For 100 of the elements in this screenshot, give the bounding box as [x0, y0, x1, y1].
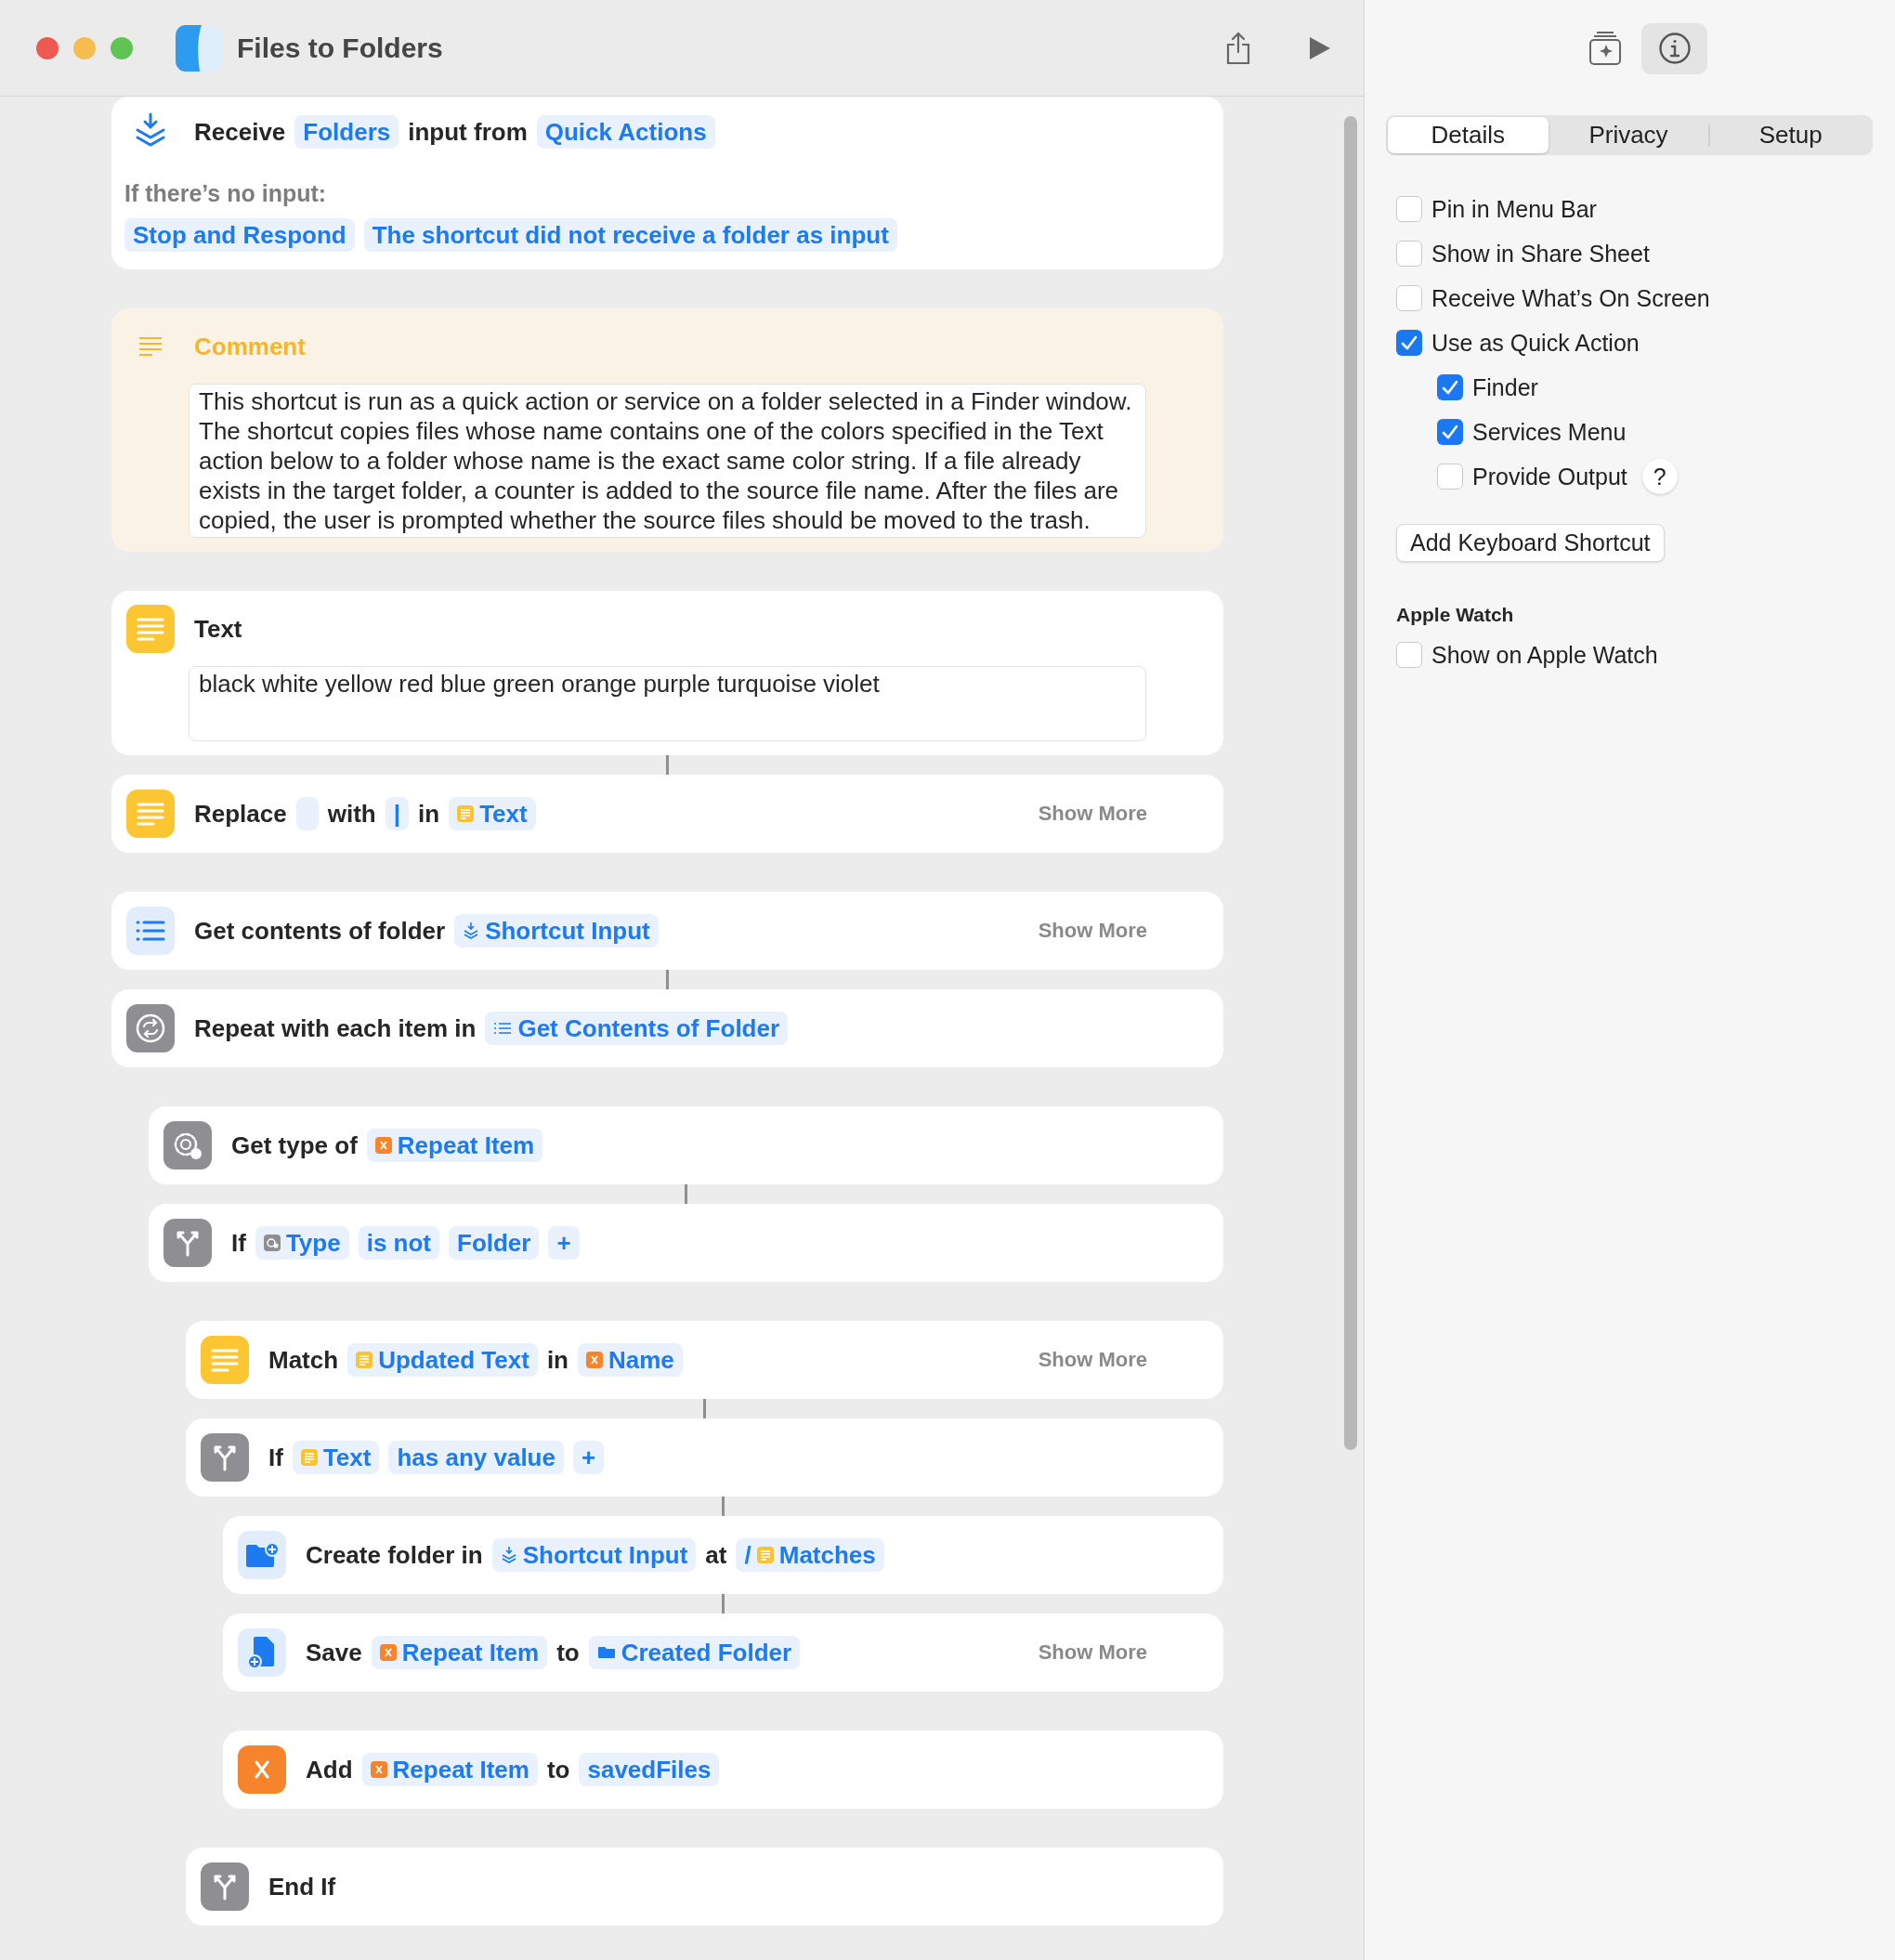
action-label: Get type of [231, 1130, 358, 1160]
info-icon [1657, 32, 1692, 65]
type-icon [263, 1235, 281, 1251]
parameter-token[interactable]: savedFiles [579, 1753, 720, 1786]
input-icon [500, 1546, 517, 1564]
parameter-token[interactable]: / Matches [736, 1538, 884, 1572]
parameter-token[interactable]: Shortcut Input [454, 914, 659, 947]
branch-icon [201, 1433, 249, 1482]
text-lines-icon [201, 1336, 249, 1384]
folder-plus-icon [238, 1531, 286, 1579]
help-button[interactable]: ? [1641, 459, 1678, 494]
checkbox-label: Show on Apple Watch [1431, 641, 1658, 669]
action-label: Match [268, 1345, 339, 1375]
document-plus-icon [238, 1628, 286, 1677]
show-more-button[interactable]: Show More [1038, 1640, 1147, 1665]
parameter-token[interactable]: Repeat Item [371, 1636, 548, 1669]
list-icon [126, 907, 175, 955]
segment-tab[interactable]: Privacy [1548, 117, 1709, 153]
action-label: If [231, 1228, 246, 1258]
checkbox[interactable] [1396, 241, 1422, 267]
action-label: Create folder in [306, 1540, 483, 1570]
checkbox[interactable] [1396, 330, 1422, 356]
action-label: in [546, 1345, 568, 1375]
checkmark-icon [1442, 380, 1458, 395]
action-label: with [327, 799, 376, 829]
folder-icon [596, 1645, 616, 1660]
variable-icon [370, 1761, 387, 1778]
variable-icon [238, 1745, 286, 1794]
parameter-token[interactable]: Repeat Item [366, 1129, 543, 1162]
share-icon [1224, 31, 1252, 65]
checkbox[interactable] [1396, 196, 1422, 222]
list-icon [493, 1021, 513, 1036]
input-icon [463, 921, 480, 940]
parameter-token[interactable]: Text [449, 797, 536, 830]
parameter-token[interactable]: The shortcut did not receive a folder as input [363, 218, 897, 252]
card-title: Text [194, 614, 242, 644]
action-label: in [418, 799, 440, 829]
parameter-token[interactable]: has any value [388, 1441, 564, 1474]
minimize-button[interactable] [73, 36, 96, 59]
text-field[interactable]: black white yellow red blue green orange purple turquoise violet [189, 666, 1146, 741]
window-title: Files to Folders [237, 32, 443, 64]
zoom-button[interactable] [111, 36, 133, 59]
parameter-token[interactable]: is not [358, 1226, 439, 1260]
action-label: at [705, 1540, 727, 1570]
variable-icon [586, 1352, 603, 1368]
parameter-token[interactable]: Stop and Respond [124, 218, 355, 252]
checkbox[interactable] [1396, 285, 1422, 311]
info-button[interactable] [1641, 22, 1707, 74]
text-field[interactable]: This shortcut is run as a quick action or service on a folder selected in a Finder window. The shortcut copies files whose name contains one of the colors specified in the Text action below to a folder whose name is the exact same color string. If a file already exists in the target folder, a counter is added to the source file name. After the files are copied, the user is prompted whether the source files should be moved to the trash. [189, 384, 1146, 538]
parameter-token[interactable]: Name [578, 1343, 683, 1377]
action-label: Add [306, 1755, 353, 1784]
checkbox-label: Receive What’s On Screen [1431, 284, 1710, 312]
variable-icon [374, 1137, 392, 1154]
add-shortcut-button[interactable]: Add Keyboard Shortcut [1396, 524, 1665, 562]
checkbox[interactable] [1437, 419, 1463, 445]
parameter-token[interactable]: Repeat Item [361, 1753, 538, 1786]
fallback-label: If there’s no input: [124, 180, 327, 207]
action-label: to [546, 1755, 570, 1784]
segment-tab[interactable]: Details [1388, 117, 1549, 153]
text-icon [356, 1352, 373, 1368]
action-label: End If [268, 1872, 336, 1901]
checkmark-icon [1442, 425, 1458, 439]
parameter-token[interactable]: Folder [449, 1226, 540, 1260]
checkbox[interactable] [1437, 374, 1463, 400]
parameter-token[interactable]: Folders [294, 115, 399, 149]
action-label: Save [306, 1638, 362, 1667]
parameter-token[interactable]: Quick Actions [536, 115, 715, 149]
parameter-token[interactable]: Text [292, 1441, 380, 1474]
gallery-icon [1588, 31, 1622, 66]
show-more-button[interactable]: Show More [1038, 1348, 1147, 1372]
parameter-token[interactable]: Type [255, 1226, 349, 1260]
parameter-token[interactable]: Created Folder [588, 1636, 801, 1669]
action-label: If [268, 1443, 283, 1472]
show-more-button[interactable]: Show More [1038, 802, 1147, 826]
parameter-token[interactable]: Updated Text [347, 1343, 538, 1377]
show-more-button[interactable]: Show More [1038, 919, 1147, 943]
parameter-token[interactable]: | [385, 797, 409, 830]
action-label: Get contents of folder [194, 916, 446, 946]
text-icon [457, 805, 475, 822]
action-label: input from [408, 117, 528, 147]
parameter-token[interactable]: Shortcut Input [491, 1538, 697, 1572]
parameter-token[interactable]: + [548, 1226, 580, 1260]
checkbox[interactable] [1396, 642, 1422, 668]
checkmark-icon [1401, 335, 1418, 350]
scrollbar-thumb[interactable] [1344, 116, 1357, 1450]
text-icon [756, 1547, 774, 1563]
parameter-token[interactable]: + [572, 1441, 605, 1474]
gear-icon [163, 1121, 212, 1169]
close-button[interactable] [36, 36, 59, 59]
text-lines-icon [126, 790, 175, 838]
section-title: Apple Watch [1396, 604, 1515, 626]
app-icon [176, 24, 222, 72]
action-label: to [556, 1638, 580, 1667]
branch-icon [163, 1219, 212, 1267]
action-label: Repeat with each item in [194, 1013, 477, 1043]
segment-tab[interactable]: Setup [1710, 117, 1871, 153]
checkbox[interactable] [1437, 464, 1463, 490]
parameter-token[interactable]: Get Contents of Folder [485, 1012, 789, 1045]
checkbox-label: Finder [1472, 373, 1538, 401]
checkbox-label: Services Menu [1472, 418, 1627, 446]
